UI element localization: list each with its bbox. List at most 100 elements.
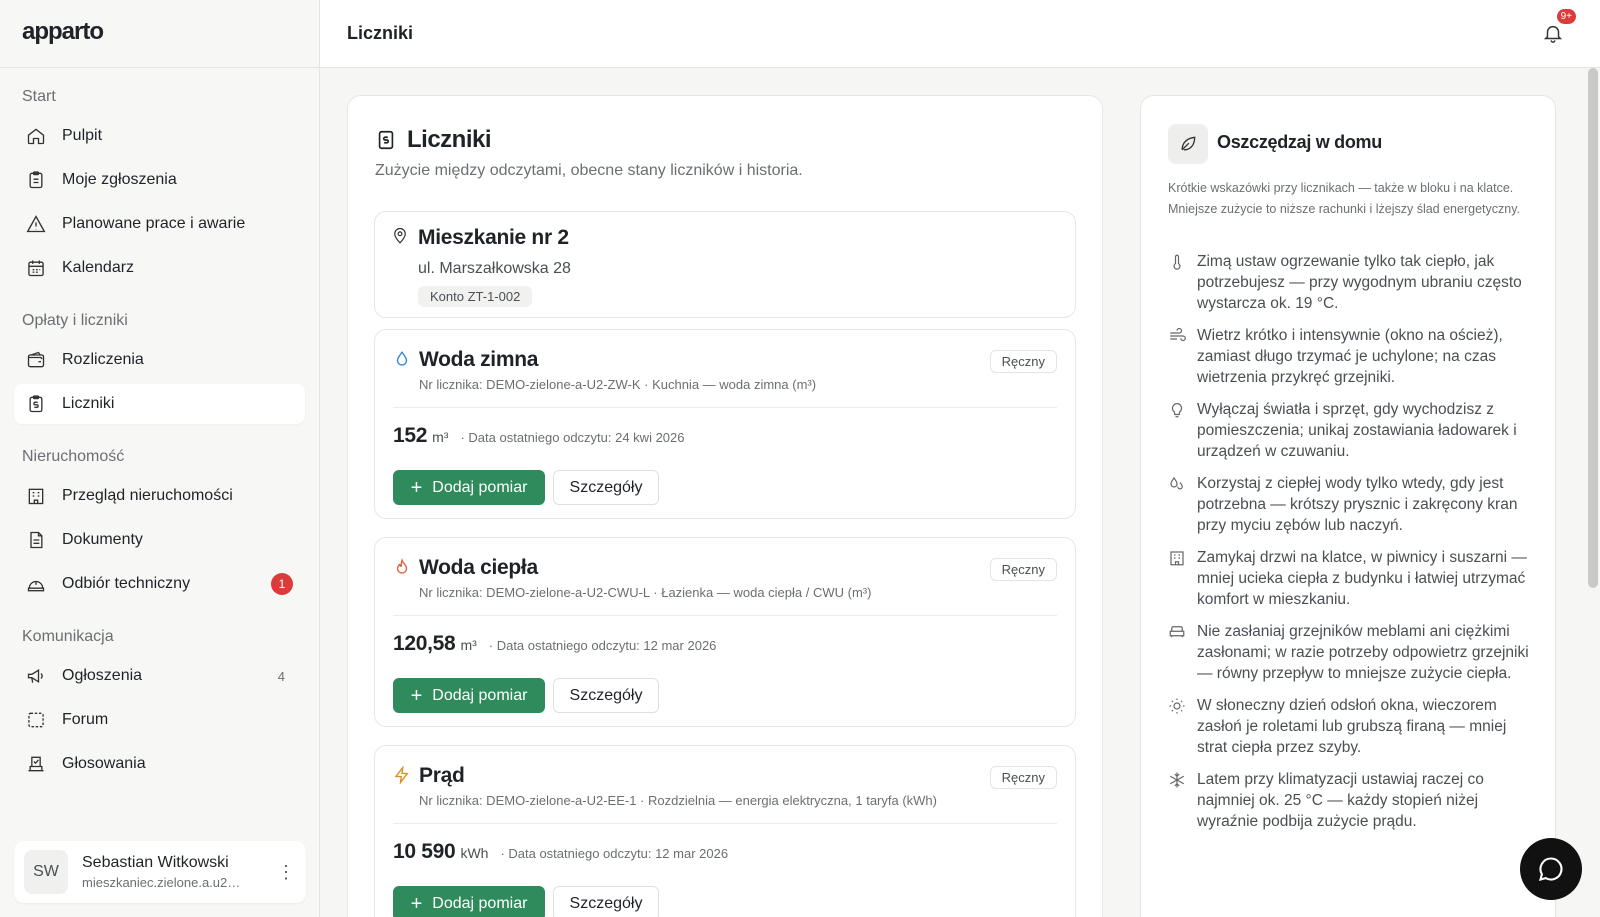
water-drops-icon <box>1170 476 1183 490</box>
meter-reading: 152 m³ · Data ostatniego odczytu: 24 kwi… <box>393 424 685 448</box>
meter-description: Nr licznika: DEMO-zielone-a-U2-ZW-K · Ku… <box>419 377 817 392</box>
sidebar-item-dokumenty[interactable]: Dokumenty <box>14 520 305 560</box>
plus-icon: + <box>410 892 423 915</box>
meter-unit: m³ <box>460 637 477 653</box>
account-chip: Konto ZT-1-002 <box>418 286 533 307</box>
add-reading-button[interactable]: + Dodaj pomiar <box>393 470 545 505</box>
chat-button[interactable] <box>1520 838 1582 900</box>
sidebar-item-planowane-prace[interactable]: Planowane prace i awarie <box>14 204 305 244</box>
meters-card: Liczniki Zużycie między odczytami, obecn… <box>347 95 1103 917</box>
section-subtitle: Zużycie między odczytami, obecne stany l… <box>375 162 803 179</box>
sidebar-item-label: Głosowania <box>62 755 146 772</box>
notification-badge: 1 <box>271 573 293 595</box>
sidebar-item-rozliczenia[interactable]: Rozliczenia <box>14 340 305 380</box>
item-count: 4 <box>277 668 285 684</box>
tip-text: Korzystaj z ciepłej wody tylko wtedy, gd… <box>1197 475 1518 534</box>
scrollbar[interactable] <box>1588 68 1598 588</box>
notifications-badge: 9+ <box>1556 9 1576 24</box>
divider <box>393 823 1057 824</box>
sidebar-item-moje-zgloszenia[interactable]: Moje zgłoszenia <box>14 160 305 200</box>
tip-text: Latem przy klimatyzacji ustawiaj raczej … <box>1197 771 1484 830</box>
sidebar-item-label: Pulpit <box>62 127 103 144</box>
list-item: Wyłączaj światła i sprzęt, gdy wychodzis… <box>1168 399 1538 462</box>
sidebar-item-label: Liczniki <box>62 395 115 412</box>
details-button[interactable]: Szczegóły <box>553 470 659 505</box>
meter-reading: 120,58 m³ · Data ostatniego odczytu: 12 … <box>393 632 716 656</box>
sidebar-item-label: Ogłoszenia <box>62 667 143 684</box>
meter-card-woda-ciepla: Woda ciepła Nr licznika: DEMO-zielone-a-… <box>374 537 1076 727</box>
meter-unit: kWh <box>460 845 489 861</box>
chat-bubble-icon <box>1539 857 1563 881</box>
property-title: Mieszkanie nr 2 <box>418 226 569 249</box>
nav-section-label: Opłaty i liczniki <box>22 312 128 329</box>
add-reading-button[interactable]: + Dodaj pomiar <box>393 886 545 917</box>
user-info: Sebastian Witkowski mieszkaniec.zielone.… <box>82 854 240 890</box>
home-icon <box>27 128 45 145</box>
list-item: Wietrz krótko i intensywnie (okno na ośc… <box>1168 325 1538 388</box>
plus-icon: + <box>410 476 423 499</box>
sidebar-item-label: Planowane prace i awarie <box>62 215 246 232</box>
meter-icon <box>378 130 394 150</box>
clipboard-icon <box>29 171 43 189</box>
meter-mode-badge: Ręczny <box>989 350 1057 373</box>
section-title: Liczniki <box>407 126 492 153</box>
tips-card: Oszczędzaj w domu Krótkie wskazówki przy… <box>1140 95 1556 917</box>
sidebar-item-label: Przegląd nieruchomości <box>62 487 233 504</box>
tip-text: Wyłączaj światła i sprzęt, gdy wychodzis… <box>1197 401 1517 460</box>
nav-section-oplaty: Opłaty i liczniki Rozliczenia Liczniki <box>0 292 319 424</box>
divider <box>393 407 1057 408</box>
sidebar-item-glosowania[interactable]: Głosowania <box>14 744 305 784</box>
snowflake-icon <box>1169 772 1185 788</box>
sidebar: apparto Start Pulpit Moje zgłoszenia Pla… <box>0 0 320 917</box>
button-label: Dodaj pomiar <box>432 686 528 704</box>
tip-text: Zimą ustaw ogrzewanie tylko tak ciepło, … <box>1197 253 1522 312</box>
list-item: Korzystaj z ciepłej wody tylko wtedy, gd… <box>1168 473 1538 536</box>
tip-text: W słoneczny dzień odsłoń okna, wieczorem… <box>1197 697 1507 756</box>
property-card: Mieszkanie nr 2 ul. Marszałkowska 28 Kon… <box>374 211 1076 318</box>
building-icon <box>1170 551 1184 566</box>
leaf-icon <box>1168 124 1208 164</box>
property-street: ul. Marszałkowska 28 <box>418 260 571 277</box>
lightbulb-icon <box>1171 403 1183 418</box>
water-drop-icon <box>396 351 408 366</box>
list-item: Latem przy klimatyzacji ustawiaj raczej … <box>1168 769 1538 832</box>
sidebar-item-przeglad-nieruchomosci[interactable]: Przegląd nieruchomości <box>14 476 305 516</box>
user-card[interactable]: SW Sebastian Witkowski mieszkaniec.zielo… <box>14 841 306 903</box>
last-reading-date: · Data ostatniego odczytu: 24 kwi 2026 <box>460 430 685 445</box>
add-reading-button[interactable]: + Dodaj pomiar <box>393 678 545 713</box>
sidebar-item-odbior-techniczny[interactable]: Odbiór techniczny 1 <box>14 564 305 604</box>
meter-reading: 10 590 kWh · Data ostatniego odczytu: 12… <box>393 840 728 864</box>
meter-mode-badge: Ręczny <box>989 766 1057 789</box>
avatar: SW <box>24 850 68 894</box>
sidebar-item-pulpit[interactable]: Pulpit <box>14 116 305 156</box>
tip-text: Zamykaj drzwi na klatce, w piwnicy i sus… <box>1197 549 1527 608</box>
sidebar-item-liczniki[interactable]: Liczniki <box>14 384 305 424</box>
sidebar-item-label: Odbiór techniczny <box>62 575 191 592</box>
meter-value: 10 590 <box>393 840 456 863</box>
details-button[interactable]: Szczegóły <box>553 678 659 713</box>
app-logo[interactable]: apparto <box>0 0 319 68</box>
tip-text: Nie zasłaniaj grzejników meblami ani cię… <box>1197 623 1529 682</box>
user-email: mieszkaniec.zielone.a.u2… <box>82 875 241 890</box>
sidebar-item-label: Dokumenty <box>62 531 143 548</box>
sidebar-item-ogloszenia[interactable]: Ogłoszenia 4 <box>14 656 305 696</box>
sidebar-item-forum[interactable]: Forum <box>14 700 305 740</box>
sidebar-item-label: Forum <box>62 711 109 728</box>
meter-title: Woda ciepła <box>419 556 538 579</box>
details-button[interactable]: Szczegóły <box>553 886 659 917</box>
nav-section-label: Komunikacja <box>22 628 114 645</box>
helmet-icon <box>27 580 45 592</box>
tips-list: Zimą ustaw ogrzewanie tylko tak ciepło, … <box>1168 251 1538 843</box>
list-item: Zimą ustaw ogrzewanie tylko tak ciepło, … <box>1168 251 1538 314</box>
meter-description: Nr licznika: DEMO-zielone-a-U2-CWU-L · Ł… <box>419 585 872 600</box>
bell-icon[interactable] <box>1542 22 1564 44</box>
thermometer-icon <box>1173 254 1181 270</box>
last-reading-date: · Data ostatniego odczytu: 12 mar 2026 <box>488 638 717 653</box>
meter-unit: m³ <box>432 429 449 445</box>
meter-card-prad: Prąd Nr licznika: DEMO-zielone-a-U2-EE-1… <box>374 745 1076 917</box>
calendar-icon <box>28 260 44 277</box>
wind-icon <box>1170 327 1186 342</box>
sidebar-item-kalendarz[interactable]: Kalendarz <box>14 248 305 288</box>
more-vertical-icon[interactable]: ⋮ <box>276 862 296 883</box>
meter-description: Nr licznika: DEMO-zielone-a-U2-EE-1 · Ro… <box>419 793 937 808</box>
